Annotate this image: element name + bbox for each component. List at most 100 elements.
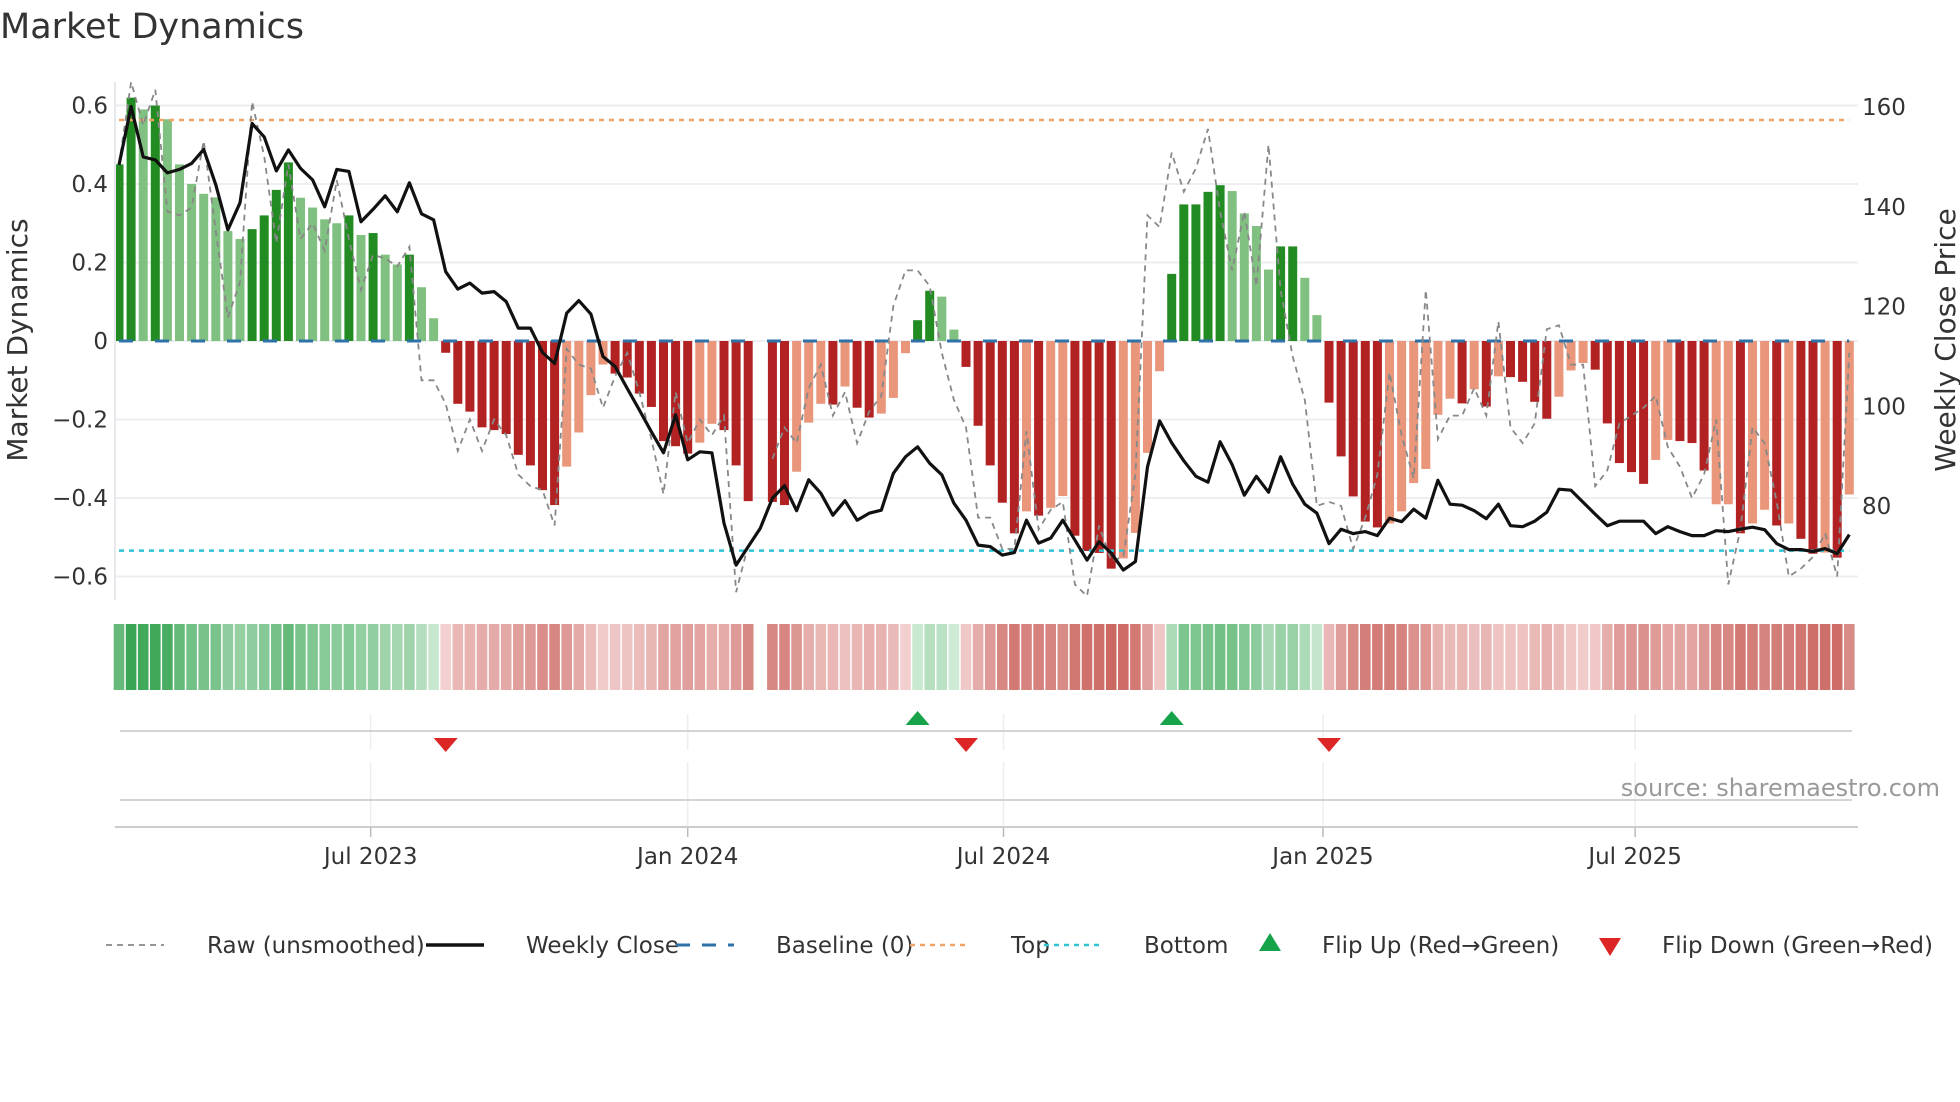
band-cell: [1263, 624, 1274, 690]
band-cell: [1517, 624, 1528, 690]
band-cell: [1529, 624, 1540, 690]
dynamics-bar: [1239, 213, 1249, 341]
dynamics-bar: [404, 254, 414, 341]
band-cell: [1360, 624, 1371, 690]
y-tick-label: 0.2: [71, 251, 108, 277]
band-cell: [791, 624, 802, 690]
band-cell: [1698, 624, 1710, 690]
band-cell: [404, 624, 415, 690]
dynamics-bar: [1760, 341, 1770, 510]
band-cell: [997, 624, 1008, 690]
chart-title: Market Dynamics: [0, 7, 304, 47]
band-cell: [174, 624, 185, 690]
band-cell: [476, 624, 488, 690]
band-cell: [343, 624, 355, 690]
band-cell: [1662, 624, 1674, 690]
dynamics-bar: [1215, 185, 1225, 341]
band-cell: [1384, 624, 1395, 690]
band-cell: [646, 624, 657, 690]
dynamics-bar: [888, 341, 898, 398]
dynamics-bar: [477, 341, 487, 428]
dynamics-bar: [634, 341, 644, 394]
dynamics-bar: [1094, 341, 1104, 553]
band-cell: [222, 624, 234, 690]
band-cell: [1178, 624, 1190, 690]
dynamics-bar: [1385, 341, 1394, 524]
dynamics-bar: [538, 341, 547, 491]
dynamics-bar: [973, 341, 983, 426]
dynamics-bar: [1143, 341, 1152, 453]
dynamics-bar: [1445, 341, 1455, 399]
dynamics-bar: [913, 320, 923, 341]
dynamics-bar: [417, 287, 426, 341]
band-cell: [1541, 624, 1553, 690]
legend-baseline-label: Baseline (0): [776, 933, 913, 959]
legend-close-label: Weekly Close: [526, 933, 679, 959]
dynamics-bar: [949, 329, 959, 341]
band-cell: [730, 624, 742, 690]
band-cell: [246, 624, 258, 690]
dynamics-bar: [840, 341, 850, 387]
dynamics-bar: [1578, 341, 1588, 363]
band-cell: [1214, 624, 1226, 690]
band-cell: [1420, 624, 1432, 690]
dynamics-bar: [1167, 273, 1177, 341]
dynamics-bar: [1034, 341, 1044, 516]
dynamics-bar: [429, 318, 439, 341]
dynamics-bar: [804, 341, 814, 423]
band-cell: [1710, 624, 1722, 690]
dynamics-bar: [247, 229, 257, 341]
band-cell: [1505, 624, 1516, 690]
regime-band: [113, 624, 1855, 690]
dynamics-bar: [465, 341, 475, 412]
dynamics-bar: [1699, 341, 1709, 471]
band-cell: [1287, 624, 1298, 690]
y2-tick-label: 140: [1862, 195, 1906, 221]
band-cell: [767, 624, 778, 690]
flip-up-icon: [1159, 711, 1184, 725]
band-cell: [125, 624, 137, 690]
band-cell: [355, 624, 367, 690]
dynamics-bar: [344, 215, 354, 341]
band-cell: [1783, 624, 1795, 690]
band-cell: [488, 624, 500, 690]
band-cell: [1045, 624, 1056, 690]
dynamics-bar: [1191, 204, 1201, 341]
dynamics-bar: [1663, 341, 1673, 440]
band-cell: [1626, 624, 1637, 690]
band-cell: [271, 624, 282, 690]
dynamics-bar: [1457, 341, 1467, 404]
dynamics-bar: [961, 341, 971, 367]
dynamics-bar: [126, 97, 136, 342]
dynamics-bar: [332, 223, 342, 341]
band-cell: [1130, 624, 1141, 690]
dynamics-bar: [1518, 341, 1528, 382]
band-cell: [827, 624, 839, 690]
dynamics-bar: [453, 341, 463, 404]
dynamics-bar: [1118, 341, 1128, 559]
dynamics-bar: [187, 184, 197, 341]
band-cell: [718, 624, 730, 690]
dynamics-bar: [1155, 341, 1165, 372]
x-tick-label: Jan 2025: [1270, 844, 1373, 870]
band-cell: [1396, 624, 1407, 690]
dynamics-bar: [1832, 341, 1842, 558]
dynamics-bar: [1808, 341, 1818, 554]
dynamics-bar: [1009, 341, 1019, 534]
band-cell: [234, 624, 246, 690]
y-tick-label: −0.6: [52, 565, 108, 591]
dynamics-bar: [1312, 315, 1322, 341]
raw-line: [118, 81, 1851, 598]
flip-down-icon: [954, 738, 978, 752]
band-cell: [1468, 624, 1480, 690]
flip-markers-panel: Jul 2023 Jan 2024 Jul 2024 Jan 2025 Jul 2025: [115, 711, 1858, 870]
dynamics-bar: [1106, 341, 1116, 569]
band-cell: [658, 624, 669, 690]
band-cell: [1432, 624, 1444, 690]
band-cell: [888, 624, 899, 690]
x-tick-label: Jul 2025: [1586, 844, 1682, 870]
legend-top-label: Top: [1010, 933, 1050, 959]
dynamics-bar: [1421, 341, 1431, 469]
dynamics-bar: [1203, 191, 1213, 341]
band-cell: [1069, 624, 1081, 690]
